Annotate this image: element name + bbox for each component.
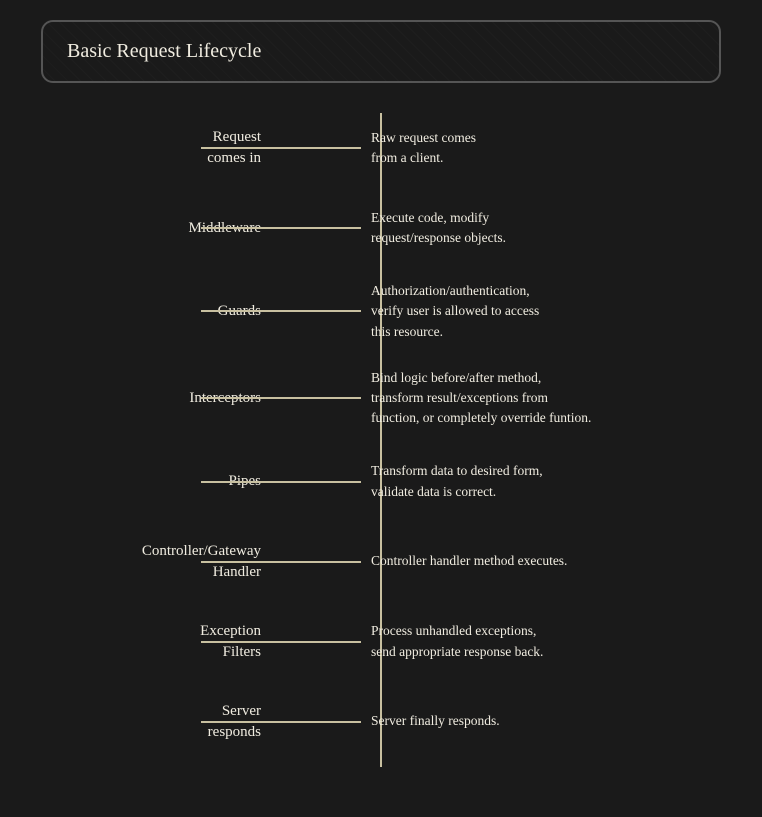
right-tick-1 [281, 227, 361, 229]
left-tick-3 [201, 397, 281, 399]
left-tick-2 [201, 310, 281, 312]
lifecycle-item: Controller/GatewayHandlerController hand… [41, 527, 721, 597]
lifecycle-item: PipesTransform data to desired form,vali… [41, 447, 721, 517]
right-tick-6 [281, 641, 361, 643]
right-tick-4 [281, 481, 361, 483]
lifecycle-item: InterceptorsBind logic before/after meth… [41, 360, 721, 437]
left-tick-1 [201, 227, 281, 229]
lifecycle-item: Requestcomes inRaw request comesfrom a c… [41, 113, 721, 183]
right-tick-2 [281, 310, 361, 312]
lifecycle-item: ExceptionFiltersProcess unhandled except… [41, 607, 721, 677]
right-tick-0 [281, 147, 361, 149]
right-tick-5 [281, 561, 361, 563]
lifecycle-item: ServerrespondsServer finally responds. [41, 687, 721, 757]
right-tick-7 [281, 721, 361, 723]
title-box: Basic Request Lifecycle [41, 20, 721, 83]
right-tick-3 [281, 397, 361, 399]
lifecycle-item: GuardsAuthorization/authentication,verif… [41, 273, 721, 350]
left-tick-6 [201, 641, 281, 643]
left-tick-4 [201, 481, 281, 483]
left-tick-5 [201, 561, 281, 563]
left-tick-7 [201, 721, 281, 723]
left-tick-0 [201, 147, 281, 149]
page-title: Basic Request Lifecycle [67, 40, 261, 62]
lifecycle-item: MiddlewareExecute code, modifyrequest/re… [41, 193, 721, 263]
lifecycle-diagram: Requestcomes inRaw request comesfrom a c… [41, 113, 721, 767]
